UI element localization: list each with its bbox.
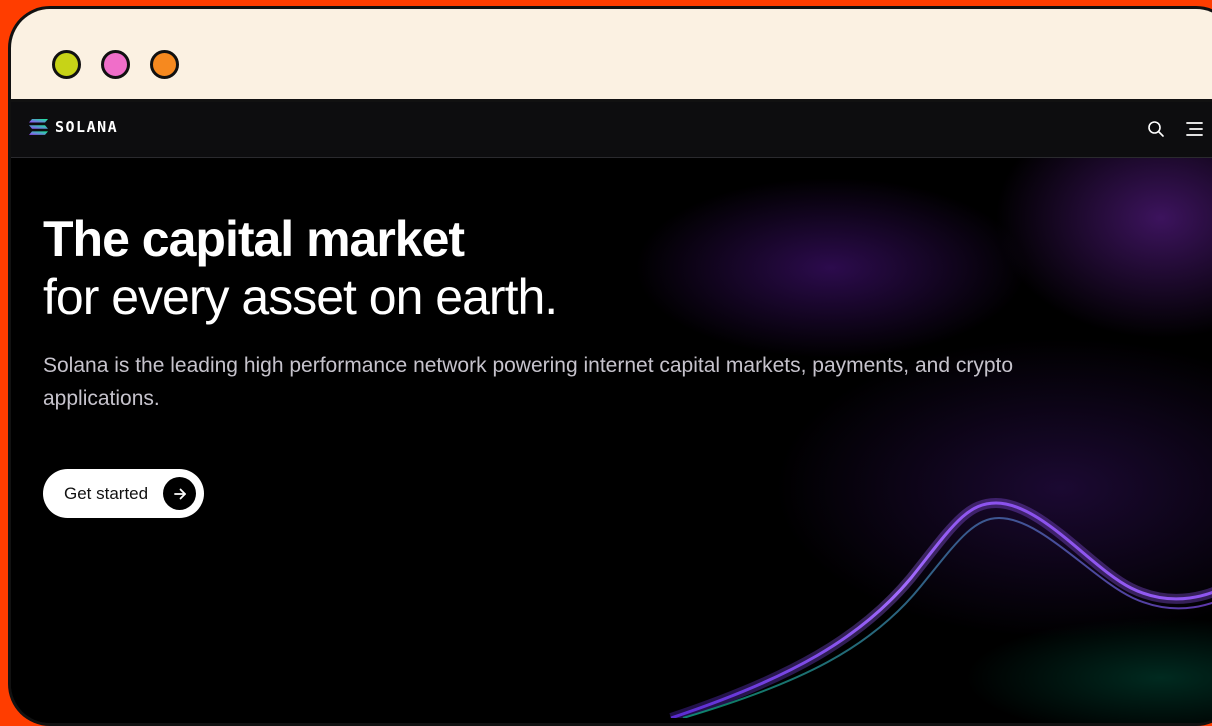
pink-dot[interactable] — [101, 50, 130, 79]
headline-line-1: The capital market — [43, 211, 465, 267]
search-icon[interactable] — [1145, 118, 1167, 140]
orange-dot[interactable] — [150, 50, 179, 79]
get-started-button[interactable]: Get started — [43, 469, 204, 518]
solana-logo-icon — [29, 119, 48, 135]
brand-name: SOLANA — [55, 118, 119, 136]
hero-headline: The capital market for every asset on ea… — [43, 210, 558, 326]
hero-subtitle: Solana is the leading high performance n… — [43, 354, 1014, 410]
solana-logo[interactable]: SOLANA — [29, 118, 118, 136]
window-titlebar — [11, 9, 1212, 102]
browser-frame: SOLANA The capital market for every asse… — [8, 6, 1212, 726]
menu-icon[interactable] — [1183, 118, 1205, 140]
arrow-right-icon — [163, 477, 196, 510]
site-navbar: SOLANA — [11, 102, 1212, 158]
hero-section: The capital market for every asset on ea… — [11, 158, 1212, 723]
headline-line-2: for every asset on earth. — [43, 269, 558, 325]
get-started-label: Get started — [64, 483, 149, 503]
yellow-green-dot[interactable] — [52, 50, 81, 79]
browser-window: SOLANA The capital market for every asse… — [11, 9, 1212, 723]
